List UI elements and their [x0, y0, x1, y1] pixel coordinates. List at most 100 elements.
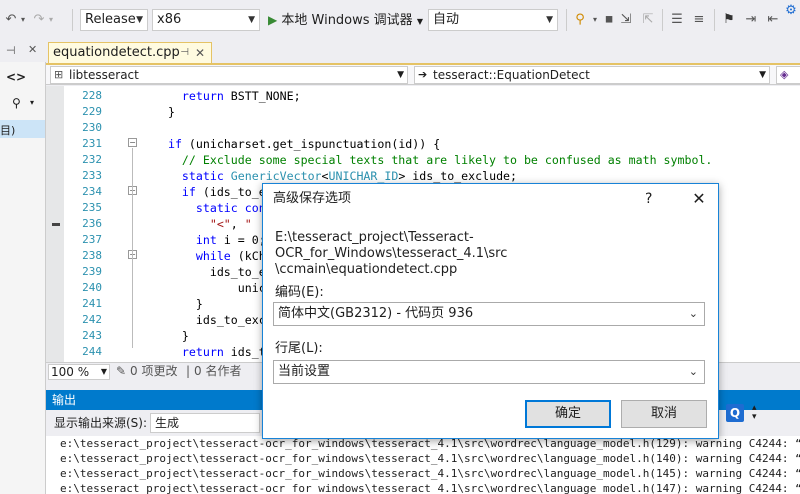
close-button[interactable]: ✕: [687, 184, 711, 214]
code-line: "<", ": [209, 217, 252, 231]
output-source-value: 生成: [155, 416, 180, 430]
output-text-area[interactable]: e:\tesseract_project\tesseract-ocr_for_w…: [46, 436, 800, 494]
start-debugging-button[interactable]: ▶ 本地 Windows 调试器 ▼: [268, 9, 428, 31]
line-number: 237: [82, 233, 102, 246]
encoding-select[interactable]: 简体中文(GB2312) - 代码页 936 ⌄: [273, 302, 705, 326]
line-ending-value: 当前设置: [278, 364, 331, 379]
configuration-select[interactable]: Release ▼: [80, 9, 148, 31]
line-ending-select[interactable]: 当前设置 ⌄: [273, 360, 705, 384]
code-icon[interactable]: <>: [6, 70, 26, 84]
chevron-down-icon: ⌄: [688, 307, 698, 320]
document-tab-bar: equationdetect.cpp ⊣ ✕: [46, 40, 800, 64]
bookmark-icon[interactable]: ⚑: [720, 9, 738, 31]
toolbar-separator: [72, 9, 73, 31]
solution-explorer-panel: ⊣ ✕ <> ⚲ ▾ 目): [0, 40, 46, 494]
chevron-down-icon: ⌄: [688, 365, 698, 378]
zoom-select[interactable]: 100 % ▼: [48, 364, 110, 380]
code-line: return BSTT_NONE;: [181, 89, 301, 103]
search-icon[interactable]: ⚲: [12, 96, 21, 110]
advanced-save-options-dialog: 高级保存选项 ? ✕ E:\tesseract_project\Tesserac…: [262, 183, 719, 439]
code-line: static const: [195, 201, 280, 215]
file-path: E:\tesseract_project\Tesseract-OCR_for_W…: [275, 230, 705, 278]
prev-bookmark-icon[interactable]: ⇤: [764, 9, 782, 31]
undo-dropdown-icon[interactable]: ▾: [18, 9, 28, 31]
code-line: return ids_to_: [181, 345, 280, 359]
code-line: ids_to_exclu: [154, 313, 280, 327]
code-line: int i = 0;: [195, 233, 266, 247]
line-number: 235: [82, 201, 102, 214]
code-line: while (kCha: [195, 249, 273, 263]
changes-count[interactable]: 0 项更改: [130, 363, 177, 380]
next-bookmark-icon[interactable]: ⇥: [742, 9, 760, 31]
toolbar-dropdown-icon[interactable]: ▾: [590, 9, 600, 31]
chevron-down-icon[interactable]: ▾: [30, 98, 34, 107]
line-number: 244: [82, 345, 102, 358]
fold-toggle[interactable]: −: [128, 138, 137, 147]
close-icon[interactable]: ✕: [195, 43, 205, 63]
scope-value: tesseract::EquationDetect: [433, 68, 590, 82]
line-number: 231: [82, 137, 102, 150]
output-source-select[interactable]: 生成: [150, 413, 260, 433]
line-number: 230: [82, 121, 102, 134]
file-path-line1: E:\tesseract_project\Tesseract-OCR_for_W…: [275, 230, 508, 261]
member-select[interactable]: ◈: [776, 66, 800, 84]
authors-count[interactable]: 0 名作者: [194, 363, 241, 380]
debugger-mode-value: 自动: [433, 12, 460, 27]
line-number: 243: [82, 329, 102, 342]
code-line: if (ids_to_exc: [181, 185, 280, 199]
zoom-value: 100 %: [51, 365, 90, 379]
debugger-label: 本地 Windows 调试器: [281, 13, 413, 28]
close-icon[interactable]: ✕: [28, 43, 37, 56]
bookmark-marker: [52, 223, 60, 226]
chevron-down-icon: ▼: [136, 15, 143, 25]
code-line: // Exclude some special texts that are l…: [181, 153, 713, 167]
gear-icon[interactable]: ⚙: [782, 0, 800, 22]
cancel-button[interactable]: 取消: [621, 400, 707, 428]
pencil-icon: ✎: [116, 364, 127, 378]
platform-value: x86: [157, 12, 182, 27]
chevron-updown-icon[interactable]: ▴ ▾: [752, 404, 757, 422]
fold-guide: [132, 148, 133, 348]
chevron-down-icon: ▼: [100, 367, 107, 376]
member-icon: ◈: [780, 68, 789, 81]
line-number: 234: [82, 185, 102, 198]
ok-button[interactable]: 确定: [525, 400, 611, 428]
line-number: 238: [82, 249, 102, 262]
scope-select[interactable]: ➔ tesseract::EquationDetect ▼: [414, 66, 770, 84]
play-icon: ▶: [268, 13, 278, 27]
line-number: 240: [82, 281, 102, 294]
line-number: 229: [82, 105, 102, 118]
find-icon[interactable]: Q: [726, 404, 744, 422]
code-line: }: [154, 329, 189, 343]
code-line: static GenericVector<UNICHAR_ID> ids_to_…: [181, 169, 518, 183]
chevron-down-icon: ▼: [759, 70, 766, 80]
code-line: unicha: [154, 281, 280, 295]
step-over-icon[interactable]: ⇱: [638, 9, 658, 31]
chevron-down-icon: ▼: [416, 17, 423, 26]
help-button[interactable]: ?: [645, 184, 652, 214]
toolbar-separator: [662, 9, 663, 31]
project-select[interactable]: ⊞ libtesseract ▼: [50, 66, 408, 84]
pin-icon[interactable]: ⊣: [180, 43, 189, 63]
redo-dropdown-icon[interactable]: ▾: [46, 9, 56, 31]
platform-select[interactable]: x86 ▼: [152, 9, 260, 31]
configuration-value: Release: [85, 12, 136, 27]
project-item-fragment[interactable]: 目): [0, 122, 15, 138]
comment-icon[interactable]: ☰: [668, 9, 686, 31]
debugger-mode-select[interactable]: 自动 ▼: [428, 9, 558, 31]
pin-icon[interactable]: ⊣: [6, 44, 16, 57]
encoding-value: 简体中文(GB2312) - 代码页 936: [278, 306, 474, 321]
find-in-files-icon[interactable]: ⚲: [570, 9, 590, 31]
uncomment-icon[interactable]: ≡: [690, 9, 708, 31]
tab-equationdetect[interactable]: equationdetect.cpp ⊣ ✕: [48, 42, 212, 64]
line-number: 241: [82, 297, 102, 310]
line-number: 239: [82, 265, 102, 278]
dialog-title: 高级保存选项: [273, 191, 352, 206]
line-number: 242: [82, 313, 102, 326]
line-number: 232: [82, 153, 102, 166]
project-value: libtesseract: [69, 68, 139, 82]
line-number: 233: [82, 169, 102, 182]
chevron-down-icon: ▼: [546, 15, 553, 25]
line-number: 236: [82, 217, 102, 230]
step-into-icon[interactable]: ⇲: [616, 9, 636, 31]
